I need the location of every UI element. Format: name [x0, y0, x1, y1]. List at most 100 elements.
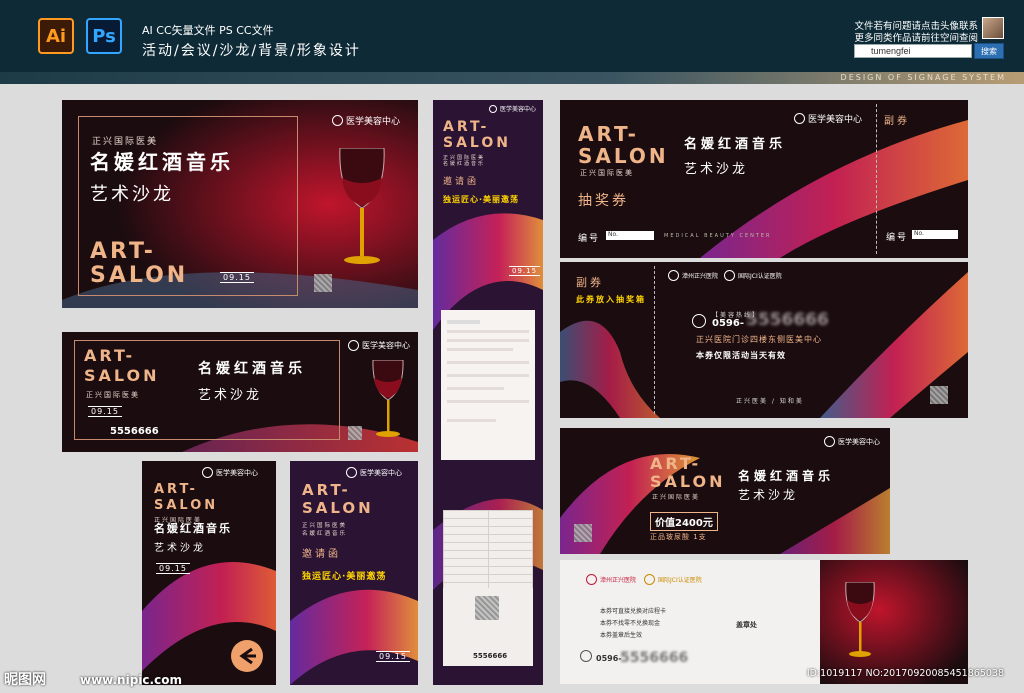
qr-code: [574, 524, 592, 542]
hospital-logo: 漳州正兴医院: [586, 574, 636, 585]
qr-code: [930, 386, 948, 404]
invite-label: 邀请函: [443, 177, 480, 187]
arrow-left-icon: [231, 640, 263, 672]
value-voucher: 医学美容中心 ART- SALON 正兴国际医美 名媛红酒音乐 艺术沙龙 价值2…: [560, 428, 890, 554]
event-subtitle: 艺术沙龙: [684, 162, 749, 177]
logo-icon: [348, 340, 359, 351]
org-name: 正兴国际医美: [92, 137, 159, 147]
clinic-logo: 医学美容中心: [794, 112, 862, 125]
salon-word: SALON: [578, 144, 669, 168]
logo-icon: [586, 574, 597, 585]
clinic-logo: 医学美容中心: [332, 114, 400, 127]
file-formats: AI CC矢量文件 PS CC文件: [142, 24, 274, 37]
stub-ticket: 副券 此券放入抽奖箱 漳州正兴医院 国际JCI认证医院 【美容热线】 0596-…: [560, 262, 968, 418]
clinic-logo: 医学美容中心: [202, 467, 258, 478]
beauty-center-caption: MEDICAL BEAUTY CENTER: [664, 233, 772, 239]
logo-icon: [794, 113, 805, 124]
invite-label: 邀请函: [302, 549, 341, 560]
salon-word: SALON: [84, 366, 160, 385]
hospital-logo: 漳州正兴医院: [668, 270, 718, 281]
art-word: ART-: [154, 482, 198, 497]
stamp-area: 盖章处: [736, 621, 757, 629]
event-subtitle: 艺术沙龙: [198, 388, 263, 403]
slogan: 独运匠心·美丽邀荡: [443, 195, 520, 204]
clinic-logo: 医学美容中心: [824, 436, 880, 447]
banner-main: 医学美容中心 正兴国际医美 名媛红酒音乐 艺术沙龙 ART- SALON 09.…: [62, 100, 418, 308]
event-subtitle: 艺术沙龙: [154, 543, 206, 554]
art-word: ART-: [650, 454, 702, 473]
org-name: 正兴国际医美: [652, 494, 701, 501]
stub-label: 副券: [884, 116, 910, 127]
logo-icon: [668, 270, 679, 281]
voucher-wine-panel: [820, 560, 968, 684]
logo-icon: [489, 104, 497, 113]
hotline-prefix: 0596-: [712, 318, 744, 329]
perforation-line: [654, 266, 655, 414]
art-word: ART-: [578, 122, 639, 146]
site-url[interactable]: www.nipic.com: [80, 673, 182, 687]
logo-icon: [644, 574, 655, 585]
search-input[interactable]: [854, 44, 972, 58]
header-bar: Ai Ps AI CC矢量文件 PS CC文件 活动/会议/沙龙/背景/形象设计…: [0, 0, 1024, 72]
rule-2: 本券不找零不兑换现金: [600, 620, 661, 627]
qr-code: [314, 274, 332, 292]
salon-word: SALON: [90, 263, 189, 288]
ticket-footer: 正兴医美 / 知和美: [736, 398, 804, 405]
salon-word: SALON: [443, 135, 511, 151]
more-works-note[interactable]: 更多同类作品请前往空间查阅: [854, 30, 978, 44]
header-divider: DESIGN OF SIGNAGE SYSTEM: [0, 72, 1024, 84]
perforation-line: [876, 104, 877, 254]
phone-icon: [692, 314, 706, 328]
org-name: 正兴国际医美: [86, 391, 140, 399]
poster-small-purple: 医学美容中心 ART- SALON 正兴国际医美 名媛红酒音乐 邀请函 独运匠心…: [290, 461, 418, 685]
clinic-logo: 医学美容中心: [348, 340, 410, 351]
design-caption: DESIGN OF SIGNAGE SYSTEM: [840, 73, 1006, 82]
clinic-logo: 医学美容中心: [489, 104, 536, 113]
hotline-number: 5556666: [746, 310, 829, 330]
category-tagline: 活动/会议/沙龙/背景/形象设计: [142, 43, 361, 59]
salon-word: SALON: [154, 498, 219, 513]
search-button[interactable]: 搜索: [974, 43, 1004, 59]
poster-small-dark: 医学美容中心 ART- SALON 正兴国际医美 名媛红酒音乐 艺术沙龙 09.…: [142, 461, 276, 685]
phone-number: 5556666: [110, 426, 159, 437]
invitation-tall: 医学美容中心 ART- SALON 正兴国际医美 名媛红酒音乐 邀请函 独运匠心…: [433, 100, 543, 685]
wine-glass-icon: [339, 148, 385, 264]
art-word: ART-: [90, 239, 156, 264]
number-field[interactable]: No.: [606, 231, 654, 240]
event-date: 09.15: [156, 563, 190, 574]
qr-code: [475, 596, 499, 620]
wine-glass-icon: [372, 360, 404, 437]
art-word: ART-: [302, 481, 351, 499]
logo-icon: [332, 115, 343, 126]
event-title: 名媛红酒音乐: [302, 531, 348, 537]
invite-qr-panel: 5556666: [443, 588, 533, 666]
number-label: 编号: [578, 234, 601, 244]
qr-code: [348, 426, 362, 440]
event-date: 09.15: [376, 651, 410, 662]
valid-note: 本券仅限活动当天有效: [696, 351, 786, 360]
author-avatar[interactable]: [982, 17, 1004, 39]
clinic-logo: 医学美容中心: [346, 467, 402, 478]
phone-number: 5556666: [620, 650, 689, 666]
logo-icon: [346, 467, 357, 478]
org-name: 正兴国际医美: [302, 523, 348, 529]
art-word: ART-: [443, 119, 490, 135]
stub-number-field[interactable]: No.: [912, 230, 958, 239]
phone-number: 5556666: [473, 652, 508, 660]
voucher-value: 价值2400元: [650, 512, 718, 531]
rule-3: 本券盖章后生效: [600, 632, 643, 639]
lottery-ticket: 医学美容中心 ART- SALON 正兴国际医美 名媛红酒音乐 艺术沙龙 抽奖券…: [560, 100, 968, 258]
event-subtitle: 艺术沙龙: [738, 488, 799, 502]
event-date: 09.15: [220, 272, 254, 283]
voucher-item: 正品玻尿酸 1支: [650, 533, 707, 541]
event-title: 名媛红酒音乐: [738, 469, 835, 483]
event-title: 名媛红酒音乐: [90, 150, 234, 174]
invitation-letter: [441, 310, 535, 460]
event-date: 09.15: [509, 266, 541, 276]
event-title: 名媛红酒音乐: [198, 361, 306, 377]
event-date: 09.15: [88, 406, 122, 417]
logo-icon: [202, 467, 213, 478]
photoshop-icon: Ps: [86, 18, 122, 54]
org-name: 正兴国际医美: [580, 169, 634, 177]
salon-word: SALON: [650, 472, 726, 491]
